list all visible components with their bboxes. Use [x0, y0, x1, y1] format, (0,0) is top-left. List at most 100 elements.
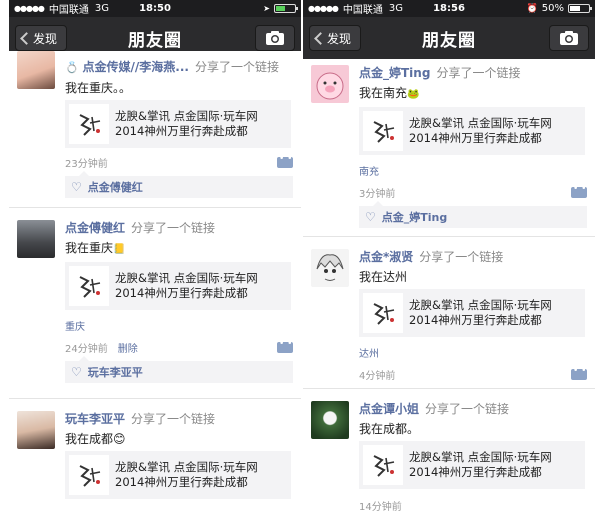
battery-icon [568, 4, 592, 13]
status-bar: ●●●●● 中国联通 3G 18:56 ⏰ 50% [303, 0, 595, 17]
page-title: 朋友圈 [128, 30, 182, 51]
comment-icon[interactable] [571, 366, 587, 380]
link-title-line2: 2014神州万里行奔赴成都 [409, 313, 542, 327]
link-card[interactable]: 龙腴&掌讯 点金国际·玩车网 2014神州万里行奔赴成都 [65, 451, 291, 499]
emoji-icon: 🐸 [407, 89, 420, 100]
comment-icon[interactable] [277, 339, 293, 353]
avatar[interactable] [311, 249, 349, 287]
liker-name[interactable]: 点金傅健红 [88, 179, 143, 195]
post-nickname[interactable]: 点金傅健红 [65, 221, 125, 235]
location-arrow-icon: ➤ [263, 4, 270, 13]
post-time: 4分钟前 [359, 370, 396, 382]
network-type: 3G [388, 3, 404, 14]
carrier: 中国联通 [342, 5, 383, 16]
heart-icon: ♡ [71, 365, 82, 379]
moments-feed: 点金_婷Ting 分享了一个链接 我在南充🐸 龙腴&掌讯 点金国际·玩车网 201… [303, 59, 595, 529]
navigation-bar: 发现 朋友圈 [303, 17, 595, 59]
post-action: 分享了一个链接 [131, 412, 216, 426]
link-title-line1: 龙腴&掌讯 点金国际·玩车网 [409, 298, 552, 312]
camera-button[interactable] [549, 25, 589, 51]
link-card[interactable]: 龙腴&掌讯 点金国际·玩车网 2014神州万里行奔赴成都 [359, 289, 585, 337]
back-button[interactable]: 发现 [309, 25, 362, 51]
post-nickname[interactable]: 点金传媒//李海燕... [83, 60, 189, 74]
clock: 18:56 [433, 3, 465, 14]
camera-icon [560, 31, 578, 45]
post-time: 23分钟前 [65, 158, 108, 170]
link-title-line2: 2014神州万里行奔赴成都 [409, 131, 542, 145]
post-nickname[interactable]: 点金谭小姐 [359, 402, 419, 416]
post-nickname[interactable]: 点金_婷Ting [359, 66, 430, 80]
feed-post: 💍 点金传媒//李海燕... 分享了一个链接 我在重庆。。 龙腴&掌讯 点金国际·… [9, 51, 301, 208]
phone-right: ●●●●● 中国联通 3G 18:56 ⏰ 50% 发现 朋友圈 点金_婷Tin… [303, 0, 595, 529]
post-time: 14分钟前 [359, 501, 402, 513]
link-title-line2: 2014神州万里行奔赴成都 [115, 475, 248, 489]
post-nickname[interactable]: 点金*淑贤 [359, 250, 413, 264]
avatar[interactable] [17, 411, 55, 449]
back-button[interactable]: 发现 [15, 25, 68, 51]
link-thumbnail [69, 455, 109, 495]
link-title-line2: 2014神州万里行奔赴成都 [115, 124, 248, 138]
link-card[interactable]: 龙腴&掌讯 点金国际·玩车网 2014神州万里行奔赴成都 [359, 441, 585, 489]
ring-icon: 💍 [65, 61, 79, 74]
avatar[interactable] [17, 51, 55, 89]
emoji-icon: 📒 [113, 244, 126, 255]
camera-button[interactable] [255, 25, 295, 51]
link-card[interactable]: 龙腴&掌讯 点金国际·玩车网 2014神州万里行奔赴成都 [65, 262, 291, 310]
link-title-line1: 龙腴&掌讯 点金国际·玩车网 [409, 450, 552, 464]
signal-icon: ●●●●● [14, 4, 45, 13]
post-action: 分享了一个链接 [425, 402, 510, 416]
comment-icon[interactable] [277, 154, 293, 168]
link-title-line1: 龙腴&掌讯 点金国际·玩车网 [409, 116, 552, 130]
feed-post: 玩车李亚平 分享了一个链接 我在成都😊 龙腴&掌讯 点金国际·玩车网 2014神州… [9, 399, 301, 529]
link-card[interactable]: 龙腴&掌讯 点金国际·玩车网 2014神州万里行奔赴成都 [65, 100, 291, 148]
comment-icon[interactable] [571, 184, 587, 198]
feed-post: 点金_婷Ting 分享了一个链接 我在南充🐸 龙腴&掌讯 点金国际·玩车网 201… [303, 59, 595, 237]
delete-link[interactable]: 删除 [118, 340, 138, 355]
link-title-line1: 龙腴&掌讯 点金国际·玩车网 [115, 109, 258, 123]
link-thumbnail [69, 104, 109, 144]
feed-post: 点金*淑贤 分享了一个链接 我在达州 龙腴&掌讯 点金国际·玩车网 2014神州万… [303, 237, 595, 389]
post-location[interactable]: 达州 [359, 345, 587, 360]
pig-cartoon-icon [316, 72, 344, 100]
moments-feed: 💍 点金传媒//李海燕... 分享了一个链接 我在重庆。。 龙腴&掌讯 点金国际·… [9, 51, 301, 529]
link-title-line2: 2014神州万里行奔赴成都 [115, 286, 248, 300]
link-card[interactable]: 龙腴&掌讯 点金国际·玩车网 2014神州万里行奔赴成都 [359, 107, 585, 155]
avatar[interactable] [17, 220, 55, 258]
page-title: 朋友圈 [422, 30, 476, 51]
post-text: 我在成都😊 [65, 432, 126, 446]
liker-name[interactable]: 点金_婷Ting [382, 209, 447, 225]
link-thumbnail [363, 293, 403, 333]
avatar[interactable] [311, 65, 349, 103]
camera-icon [266, 31, 284, 45]
anime-character-icon [316, 254, 344, 281]
phone-left: ●●●●● 中国联通 3G 18:50 ➤ 发现 朋友圈 💍 点金传媒//李海燕… [9, 0, 301, 529]
post-time: 3分钟前 [359, 188, 396, 200]
feed-post: 点金傅健红 分享了一个链接 我在重庆📒 龙腴&掌讯 点金国际·玩车网 2014神州… [9, 208, 301, 399]
post-text: 我在重庆📒 [65, 241, 126, 255]
carrier: 中国联通 [48, 5, 89, 16]
post-location[interactable]: 南充 [359, 163, 587, 178]
like-bar: ♡ 点金傅健红 [65, 171, 293, 198]
post-action: 分享了一个链接 [131, 221, 216, 235]
link-title-line1: 龙腴&掌讯 点金国际·玩车网 [115, 271, 258, 285]
avatar[interactable] [311, 401, 349, 439]
like-bar: ♡ 点金_婷Ting [359, 201, 587, 228]
network-type: 3G [94, 3, 110, 14]
post-location[interactable]: 重庆 [65, 318, 293, 333]
status-bar: ●●●●● 中国联通 3G 18:50 ➤ [9, 0, 301, 17]
post-action: 分享了一个链接 [419, 250, 504, 264]
liker-name[interactable]: 玩车李亚平 [88, 364, 143, 380]
link-thumbnail [363, 445, 403, 485]
signal-icon: ●●●●● [308, 4, 339, 13]
link-title-line2: 2014神州万里行奔赴成都 [409, 465, 542, 479]
clock: 18:50 [139, 3, 171, 14]
post-nickname[interactable]: 玩车李亚平 [65, 412, 125, 426]
link-thumbnail [363, 111, 403, 151]
heart-icon: ♡ [365, 210, 376, 224]
post-text: 我在达州 [359, 270, 408, 284]
like-bar: ♡ 玩车李亚平 [65, 356, 293, 383]
battery-percent: 50% [541, 3, 564, 14]
post-action: 分享了一个链接 [436, 66, 521, 80]
alarm-icon: ⏰ [526, 3, 538, 14]
link-thumbnail [69, 266, 109, 306]
